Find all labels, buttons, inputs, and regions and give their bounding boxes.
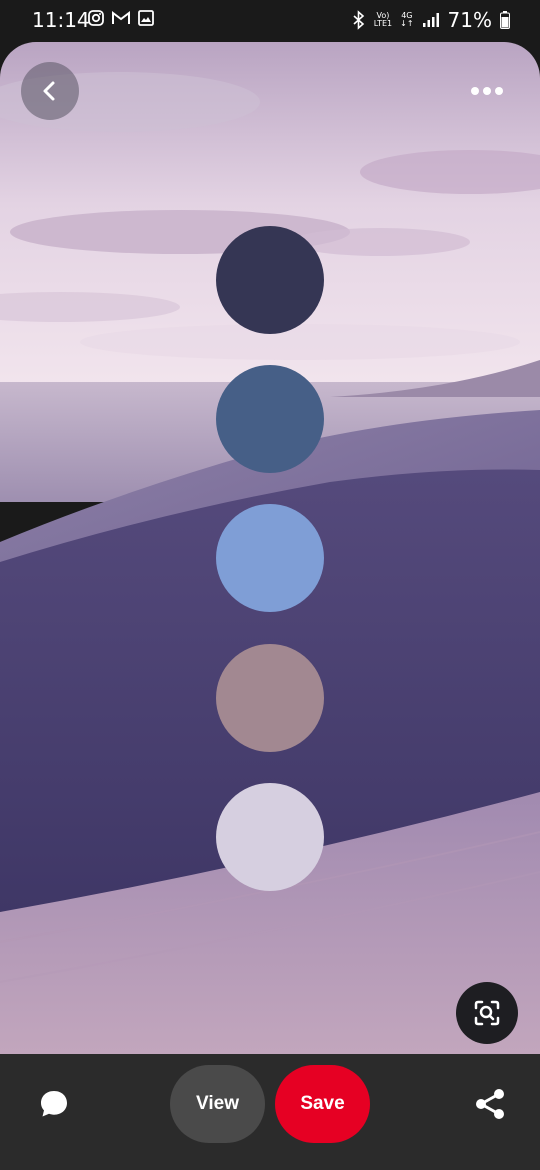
bluetooth-icon [353, 10, 364, 30]
color-swatch [216, 644, 324, 752]
color-swatch [216, 504, 324, 612]
visual-search-button[interactable] [456, 982, 518, 1044]
volte-bottom-label: LTE1 [373, 19, 393, 28]
notification-icons [88, 10, 154, 26]
signal-icon [422, 13, 439, 27]
more-horizontal-icon-dot [483, 87, 491, 95]
color-swatch [216, 226, 324, 334]
back-button[interactable] [21, 62, 79, 120]
status-time: 11:14 [32, 8, 90, 32]
battery-icon [500, 11, 510, 29]
battery-percent: 71% [447, 8, 492, 32]
status-bar: 11:14 Vo) LTE1 4G ↓↑ 71% [0, 0, 540, 40]
color-swatch [216, 365, 324, 473]
instagram-icon [88, 10, 104, 26]
network-bottom-label: ↓↑ [400, 19, 414, 28]
system-icons: Vo) LTE1 4G ↓↑ 71% [352, 8, 510, 32]
save-button[interactable]: Save [275, 1065, 370, 1143]
more-horizontal-icon-dot [495, 87, 503, 95]
volte-icon: Vo) LTE1 [374, 12, 392, 28]
gallery-icon [138, 10, 154, 26]
chevron-left-icon [43, 81, 55, 101]
share-button[interactable] [470, 1084, 510, 1124]
bottom-action-bar [0, 1054, 540, 1170]
view-button[interactable]: View [170, 1065, 265, 1143]
more-horizontal-icon-dot [471, 87, 479, 95]
4g-icon: 4G ↓↑ [400, 12, 413, 28]
comment-button[interactable] [34, 1084, 74, 1124]
share-icon [476, 1089, 504, 1119]
comment-icon [41, 1091, 67, 1117]
color-swatch [216, 783, 324, 891]
visual-search-icon [474, 1000, 500, 1026]
gmail-icon [112, 11, 130, 24]
more-options-button[interactable] [462, 76, 512, 106]
